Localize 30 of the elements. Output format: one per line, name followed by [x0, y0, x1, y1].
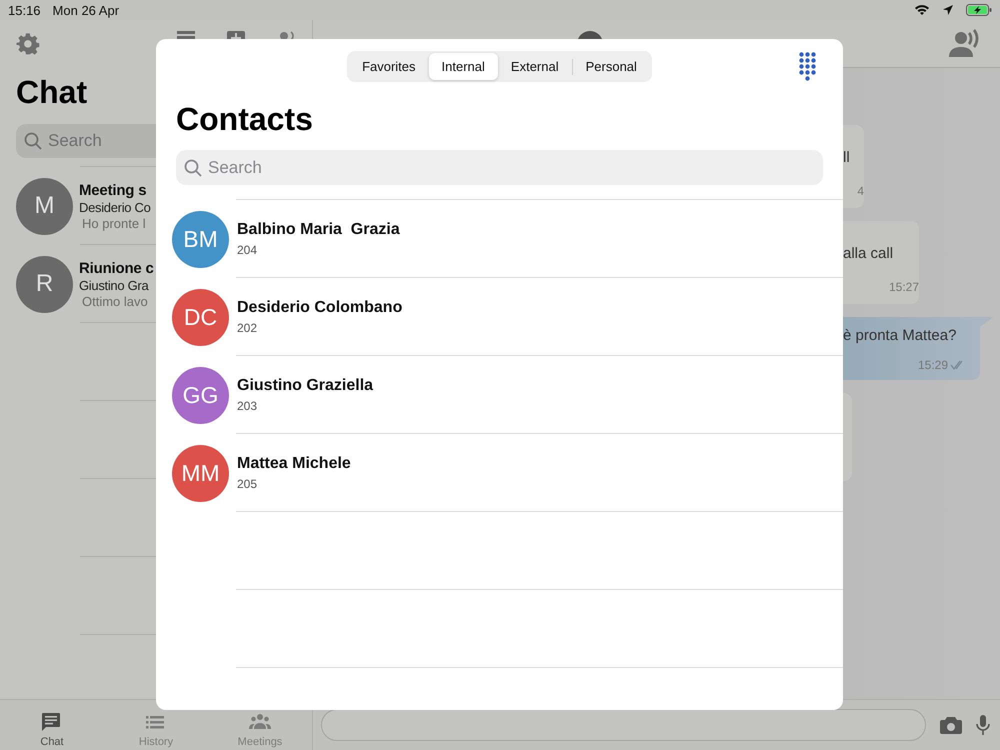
chat-title: Meeting s [79, 182, 148, 198]
message-time: 15:29 [918, 358, 948, 372]
contact-name: Mattea Michele [237, 455, 351, 473]
chat-sender: Desiderio Co [79, 200, 151, 214]
status-time: 15:16 [8, 2, 41, 18]
avatar: R [16, 256, 73, 312]
message-text: ll [843, 149, 851, 166]
avatar: M [16, 178, 73, 234]
avatar: BM [172, 210, 229, 268]
contact-name: Balbino Maria Grazia [237, 221, 400, 239]
chat-preview: Ottimo lavo [81, 294, 149, 308]
message-text: è pronta Mattea? [843, 327, 958, 344]
contact-name: Giustino Graziella [237, 377, 374, 395]
modal-title: Contacts [176, 100, 314, 138]
contact-extension: 205 [237, 477, 258, 491]
avatar: DC [172, 288, 229, 346]
chat-title: Riunione c [79, 260, 154, 276]
chat-sender: Giustino Gra [79, 278, 150, 292]
avatar: GG [172, 366, 229, 424]
message-text: alla call [843, 245, 894, 262]
message-time: 4 [857, 184, 864, 198]
message-time: 15:27 [888, 280, 919, 294]
page-title: Chat [16, 74, 88, 112]
chat-preview: Ho pronte l [81, 216, 147, 230]
contact-extension: 204 [237, 243, 258, 257]
avatar: MM [172, 444, 229, 502]
contact-name: Desiderio Colombano [237, 299, 402, 317]
status-date: Mon 26 Apr [52, 2, 120, 18]
contact-extension: 202 [237, 321, 258, 335]
contact-extension: 203 [237, 399, 258, 413]
